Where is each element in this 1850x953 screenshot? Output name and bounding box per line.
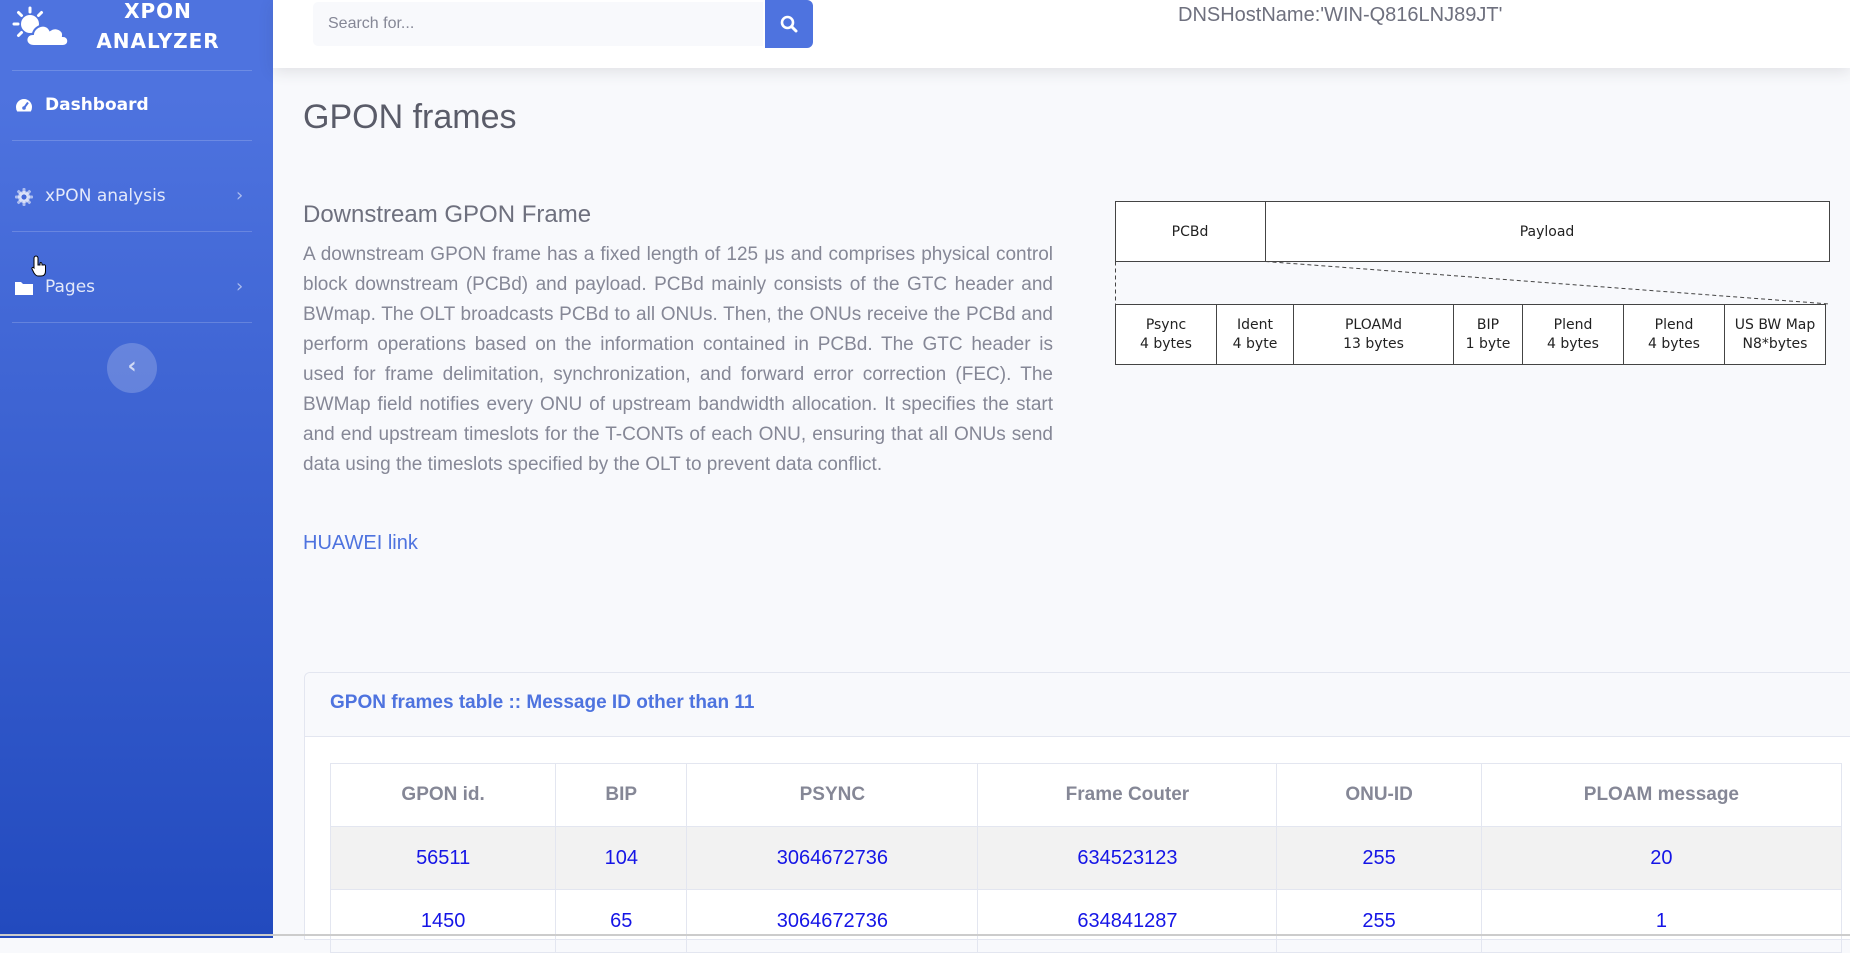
frame-field-name: PLOAMd xyxy=(1345,317,1402,333)
table-row[interactable]: 56511 104 3064672736 634523123 255 20 xyxy=(329,826,1843,890)
folder-icon xyxy=(15,282,33,295)
frame-field-size: 4 byte xyxy=(1233,336,1278,352)
sidebar-divider xyxy=(12,70,252,71)
table-header-row: GPON id. BIP PSYNC Frame Couter ONU-ID P… xyxy=(329,763,1843,827)
gear-icon xyxy=(15,188,33,206)
frame-field-box xyxy=(1522,304,1624,365)
frame-field-name: BIP xyxy=(1477,317,1499,333)
frame-field-name: US BW Map xyxy=(1735,317,1816,333)
table-cell: 104 xyxy=(555,826,688,890)
frame-field-name: Plend xyxy=(1655,317,1694,333)
diagram-fields: Psync 4 bytes Ident 4 byte PLOAMd 13 bytes BIP… xyxy=(1115,304,1826,365)
search-button[interactable] xyxy=(765,0,813,48)
frame-field-size: 4 bytes xyxy=(1140,336,1192,352)
description-paragraph: A downstream GPON frame has a fixed leng… xyxy=(303,244,1053,475)
frame-field-box xyxy=(1216,304,1294,365)
frame-field-name: Plend xyxy=(1554,317,1593,333)
table-cell: 634841287 xyxy=(977,889,1278,953)
hostname-label: DNSHostName:'WIN-Q816LNJ89JT' xyxy=(1178,4,1503,26)
sidebar-toggle-button[interactable]: ‹ xyxy=(107,343,157,393)
pcbd-label: PCBd xyxy=(1172,224,1209,240)
chevron-right-icon: › xyxy=(236,185,244,206)
search-icon xyxy=(780,15,798,33)
brand[interactable]: XPON ANALYZER xyxy=(0,0,273,70)
frame-field-box xyxy=(1453,304,1523,365)
chevron-right-icon: › xyxy=(236,276,244,297)
frame-field-size: 4 bytes xyxy=(1648,336,1700,352)
frame-field-size: 4 bytes xyxy=(1547,336,1599,352)
brand-line-1: XPON xyxy=(124,0,192,23)
table-cell: 65 xyxy=(555,889,688,953)
topbar: DNSHostName:'WIN-Q816LNJ89JT' xyxy=(273,0,1850,68)
payload-label: Payload xyxy=(1520,224,1575,240)
table-cell: 3064672736 xyxy=(686,889,979,953)
column-header[interactable]: PLOAM message xyxy=(1480,763,1843,827)
sidebar-item-label: Dashboard xyxy=(45,95,149,115)
frame-field-box xyxy=(1623,304,1725,365)
frame-field-size: N8*bytes xyxy=(1743,336,1808,352)
table-cell: 3064672736 xyxy=(686,826,979,890)
table-cell: 255 xyxy=(1276,826,1482,890)
frames-table-card: GPON frames table :: Message ID other th… xyxy=(304,672,1850,953)
sidebar: XPON ANALYZER Dashboard xPON analysis › xyxy=(0,0,273,938)
card-title: GPON frames table :: Message ID other th… xyxy=(330,692,755,713)
column-header[interactable]: PSYNC xyxy=(686,763,979,827)
sidebar-item-xpon-analysis[interactable]: xPON analysis › xyxy=(0,175,273,219)
table-cell: 56511 xyxy=(329,826,557,890)
window-bottom-edge xyxy=(0,934,1850,936)
zoom-line-right xyxy=(1265,261,1830,305)
column-header[interactable]: Frame Couter xyxy=(977,763,1278,827)
huawei-link[interactable]: HUAWEI link xyxy=(303,532,418,555)
table-cell: 634523123 xyxy=(977,826,1278,890)
column-header[interactable]: ONU-ID xyxy=(1276,763,1482,827)
frame-field-box xyxy=(1724,304,1826,365)
table-cell: 255 xyxy=(1276,889,1482,953)
sidebar-divider xyxy=(12,231,252,232)
gpon-frame-diagram: PCBd Payload Psync 4 bytes Ident 4 byte PLOA… xyxy=(1115,201,1830,365)
frames-table: GPON id. BIP PSYNC Frame Couter ONU-ID P… xyxy=(329,763,1843,953)
sidebar-divider xyxy=(12,140,252,141)
sun-cloud-logo-icon xyxy=(12,6,70,47)
table-cell: 1 xyxy=(1480,889,1843,953)
column-header[interactable]: GPON id. xyxy=(329,763,557,827)
hand-cursor-icon xyxy=(31,255,46,277)
card-header: GPON frames table :: Message ID other th… xyxy=(305,673,1850,737)
brand-line-2: ANALYZER xyxy=(96,29,220,53)
table-row[interactable]: 1450 65 3064672736 634841287 255 1 xyxy=(329,889,1843,953)
frame-field-box xyxy=(1293,304,1454,365)
sidebar-divider xyxy=(12,322,252,323)
frame-field-name: Psync xyxy=(1146,317,1186,333)
frame-field-size: 1 byte xyxy=(1466,336,1511,352)
table-cell: 20 xyxy=(1480,826,1843,890)
tachometer-icon xyxy=(15,99,33,112)
frame-field-name: Ident xyxy=(1237,317,1274,333)
section-title: Downstream GPON Frame xyxy=(303,201,592,228)
sidebar-item-label: Pages xyxy=(45,277,96,297)
frame-field-box xyxy=(1115,304,1217,365)
sidebar-item-dashboard[interactable]: Dashboard xyxy=(0,84,273,128)
column-header[interactable]: BIP xyxy=(555,763,688,827)
sidebar-item-label: xPON analysis xyxy=(45,186,166,206)
page-title: GPON frames xyxy=(303,98,517,136)
search-input[interactable] xyxy=(313,2,763,46)
table-cell: 1450 xyxy=(329,889,557,953)
frame-field-size: 13 bytes xyxy=(1343,336,1404,352)
